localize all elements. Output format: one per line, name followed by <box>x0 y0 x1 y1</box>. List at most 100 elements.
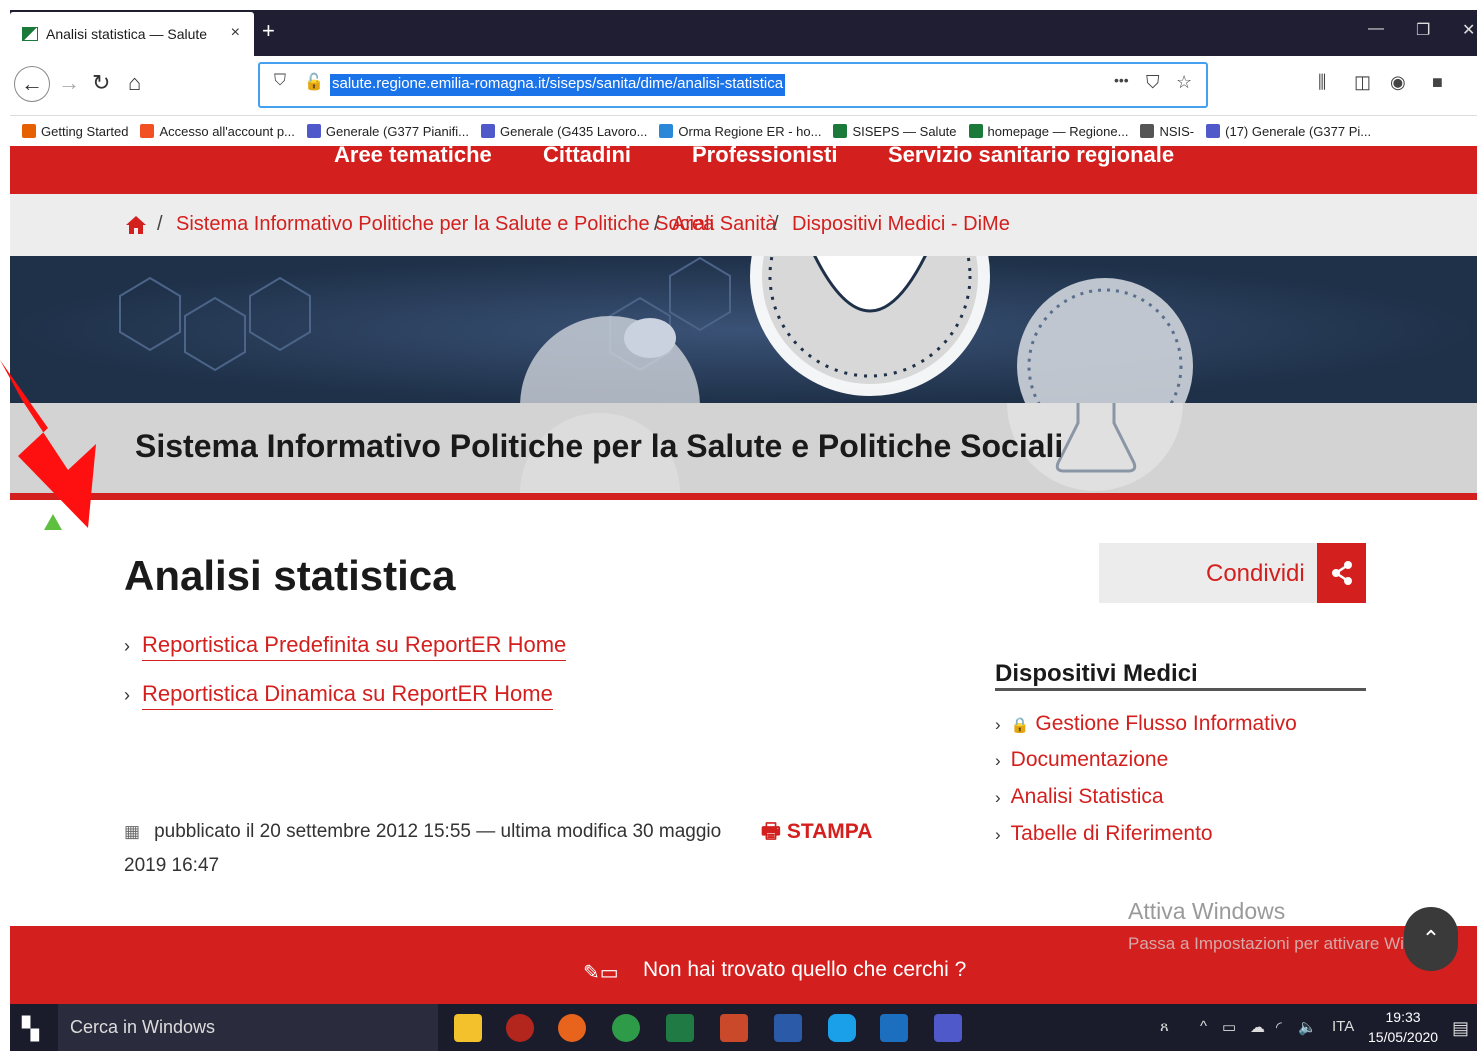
word-icon[interactable] <box>774 1014 802 1042</box>
browser-tab-active[interactable]: Analisi statistica — Salute × <box>10 12 254 56</box>
breadcrumb-link-dime[interactable]: Dispositivi Medici - DiMe <box>792 213 1010 236</box>
clock-time: 19:33 <box>1385 1009 1421 1025</box>
outlook-icon[interactable] <box>880 1014 908 1042</box>
breadcrumb-link-sistema[interactable]: Sistema Informativo Politiche per la Sal… <box>176 213 714 236</box>
share-label[interactable]: Condividi <box>1206 560 1305 588</box>
sidebar-item-label[interactable]: Analisi Statistica <box>1011 785 1164 808</box>
windows-start-icon[interactable]: ▚ <box>22 1016 39 1042</box>
sidebar-item-documentazione[interactable]: › Documentazione <box>995 748 1168 772</box>
nav-item-aree-tematiche[interactable]: Aree tematiche <box>334 142 492 168</box>
forward-arrow-icon[interactable]: → <box>58 70 80 96</box>
extension-icon[interactable]: ■ <box>1432 72 1443 93</box>
activation-watermark-title: Attiva Windows <box>1128 898 1286 924</box>
tracking-shield-icon[interactable]: ⛉ <box>274 72 286 90</box>
file-explorer-icon[interactable] <box>454 1014 482 1042</box>
wifi-icon[interactable]: ◜ <box>1276 1018 1282 1036</box>
insecure-lock-icon[interactable]: 🔓 <box>304 72 324 92</box>
chevron-up-icon: ⌃ <box>1421 926 1441 951</box>
bookmark-label: Getting Started <box>41 123 129 139</box>
calendar-icon: ▦ <box>124 822 141 841</box>
new-tab-button[interactable]: + <box>262 18 275 44</box>
sidebar-item-tabelle[interactable]: › Tabelle di Riferimento <box>995 822 1213 846</box>
bookmark-item[interactable]: Generale (G377 Pianifi... <box>306 123 469 139</box>
sidebar-item-label[interactable]: Tabelle di Riferimento <box>1011 822 1213 845</box>
breadcrumb-link-area-sanita[interactable]: Area Sanità <box>672 213 777 236</box>
chevron-right-icon: › <box>995 788 1001 807</box>
language-indicator[interactable]: ITA <box>1332 1018 1354 1035</box>
account-icon[interactable]: ◉ <box>1390 72 1406 93</box>
bookmark-star-icon[interactable]: ☆ <box>1176 72 1192 93</box>
teams-icon[interactable] <box>934 1014 962 1042</box>
list-item: › Reportistica Dinamica su ReportER Home <box>124 681 553 710</box>
annotation-arrow <box>0 360 100 535</box>
people-icon[interactable]: ጸ <box>1160 1018 1169 1035</box>
security-app-icon[interactable] <box>506 1014 534 1042</box>
bookmark-label: (17) Generale (G377 Pi... <box>1225 123 1372 139</box>
breadcrumb-home-icon[interactable] <box>124 214 148 242</box>
modified-date-text: 2019 16:47 <box>124 855 220 876</box>
bookmark-favicon-icon <box>1140 124 1155 138</box>
reload-icon[interactable]: ↻ <box>92 70 110 96</box>
onedrive-icon[interactable]: ☁ <box>1250 1018 1265 1036</box>
taskbar-search-box[interactable]: Cerca in Windows <box>58 1004 438 1051</box>
sidebar-item-label[interactable]: Gestione Flusso Informativo <box>1035 712 1296 735</box>
bookmark-item[interactable]: Accesso all'account p... <box>140 123 295 139</box>
pocket-icon[interactable]: ⛉ <box>1146 72 1160 93</box>
share-icon[interactable] <box>1317 543 1366 603</box>
scroll-to-top-button[interactable]: ⌃ <box>1404 907 1458 971</box>
nav-item-servizio-sanitario[interactable]: Servizio sanitario regionale <box>888 142 1174 168</box>
taskbar-clock[interactable]: 19:33 15/05/2020 <box>1368 1007 1438 1047</box>
chrome-icon[interactable] <box>612 1014 640 1042</box>
volume-icon[interactable]: 🔈 <box>1298 1018 1317 1036</box>
bookmark-favicon-icon <box>968 124 983 138</box>
notifications-icon[interactable]: ▤ <box>1452 1018 1469 1039</box>
sidebar-item-label[interactable]: Documentazione <box>1011 748 1169 771</box>
print-button[interactable]: 🖶 STAMPA <box>761 817 872 852</box>
bookmark-label: Generale (G377 Pianifi... <box>325 123 469 139</box>
bookmark-item[interactable]: (17) Generale (G377 Pi... <box>1206 124 1371 139</box>
page-actions-menu-icon[interactable]: ••• <box>1114 72 1129 88</box>
chevron-right-icon: › <box>995 715 1001 734</box>
link-reportistica-predefinita[interactable]: Reportistica Predefinita su ReportER Hom… <box>142 632 567 661</box>
bookmark-favicon-icon <box>833 124 848 138</box>
powerpoint-icon[interactable] <box>720 1014 748 1042</box>
bookmark-label: homepage — Regione... <box>987 123 1129 139</box>
excel-icon[interactable] <box>666 1014 694 1042</box>
print-label: STAMPA <box>786 820 873 843</box>
skype-icon[interactable] <box>828 1014 856 1042</box>
sidebar-item-analisi-statistica[interactable]: › Analisi Statistica <box>995 785 1164 809</box>
sidebar-item-gestione-flusso[interactable]: › 🔒 Gestione Flusso Informativo <box>995 712 1297 736</box>
firefox-icon[interactable] <box>558 1014 586 1042</box>
bookmark-item[interactable]: SISEPS — Salute <box>833 123 957 139</box>
lock-icon: 🔒 <box>1010 717 1030 734</box>
bookmark-item[interactable]: Getting Started <box>22 124 128 139</box>
bookmark-item[interactable]: Orma Regione ER - ho... <box>659 124 821 139</box>
hero-red-rule <box>10 493 1477 500</box>
close-tab-icon[interactable]: × <box>231 24 240 42</box>
close-window-icon[interactable]: ✕ <box>1462 20 1475 40</box>
battery-icon[interactable]: ▭ <box>1222 1018 1236 1036</box>
footer-not-found-link[interactable]: Non hai trovato quello che cerchi ? <box>643 958 966 982</box>
library-icon[interactable]: ⫼ <box>1318 72 1326 93</box>
bookmark-favicon-icon <box>1206 124 1221 138</box>
chevron-right-icon: › <box>124 636 130 656</box>
bookmark-item[interactable]: NSIS- <box>1140 124 1194 139</box>
link-reportistica-dinamica[interactable]: Reportistica Dinamica su ReportER Home <box>142 681 553 710</box>
restore-window-icon[interactable]: ❐ <box>1416 20 1430 40</box>
sidebar-title: Dispositivi Medici <box>995 660 1198 687</box>
bookmark-label: Accesso all'account p... <box>159 123 295 139</box>
home-icon[interactable]: ⌂ <box>128 70 141 96</box>
page-title: Analisi statistica <box>124 552 456 599</box>
bookmark-item[interactable]: Generale (G435 Lavoro... <box>480 124 647 139</box>
nav-item-professionisti[interactable]: Professionisti <box>692 142 837 168</box>
clock-date: 15/05/2020 <box>1368 1029 1439 1045</box>
back-arrow-icon[interactable]: ← <box>14 66 50 102</box>
bookmark-label: SISEPS — Salute <box>852 123 957 139</box>
nav-item-cittadini[interactable]: Cittadini <box>543 142 631 168</box>
tray-expand-icon[interactable]: ^ <box>1200 1018 1207 1035</box>
minimize-window-icon[interactable]: — <box>1368 20 1384 38</box>
sidebar-icon[interactable]: ◫ <box>1354 72 1371 93</box>
bookmark-item[interactable]: homepage — Regione... <box>968 123 1129 139</box>
url-text[interactable]: salute.regione.emilia-romagna.it/siseps/… <box>330 74 786 96</box>
bookmark-favicon-icon <box>22 124 36 138</box>
